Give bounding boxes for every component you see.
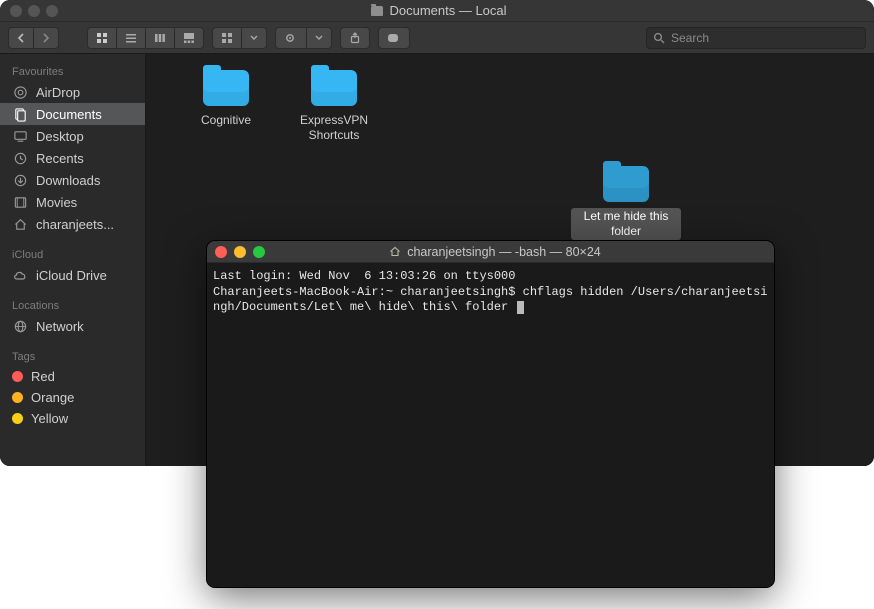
sidebar-item-label: Orange: [31, 390, 74, 405]
finder-window-title: Documents — Local: [14, 3, 864, 18]
documents-icon: [12, 106, 28, 122]
gear-icon[interactable]: [275, 27, 306, 49]
sidebar-heading-icloud: iCloud: [0, 245, 145, 264]
terminal-line: Charanjeets-MacBook-Air:~ charanjeetsing…: [213, 285, 768, 315]
folder-icon: [203, 70, 249, 106]
downloads-icon: [12, 172, 28, 188]
sidebar-item-downloads[interactable]: Downloads: [0, 169, 145, 191]
terminal-cursor: [517, 301, 524, 314]
sidebar-tag-yellow[interactable]: Yellow: [0, 408, 145, 429]
sidebar-heading-favourites: Favourites: [0, 62, 145, 81]
terminal-window-title: charanjeetsingh — -bash — 80×24: [224, 245, 766, 259]
terminal-titlebar[interactable]: charanjeetsingh — -bash — 80×24: [207, 241, 774, 263]
sidebar-item-label: Yellow: [31, 411, 68, 426]
folder-label: Cognitive: [197, 112, 255, 129]
tag-dot-icon: [12, 371, 23, 382]
sidebar-item-label: Recents: [36, 151, 84, 166]
movies-icon: [12, 194, 28, 210]
folder-icon: [603, 166, 649, 202]
finder-toolbar: [0, 22, 874, 54]
sidebar-heading-locations: Locations: [0, 296, 145, 315]
share-button[interactable]: [340, 27, 370, 49]
sidebar-item-network[interactable]: Network: [0, 315, 145, 337]
finder-sidebar: Favourites AirDrop Documents Desktop: [0, 54, 146, 466]
search-input[interactable]: [671, 31, 859, 45]
icon-view-button[interactable]: [87, 27, 116, 49]
tag-dot-icon: [12, 413, 23, 424]
network-icon: [12, 318, 28, 334]
folder-item-hidden[interactable]: Let me hide this folder: [571, 166, 681, 240]
home-icon: [12, 216, 28, 232]
finder-titlebar[interactable]: Documents — Local: [0, 0, 874, 22]
sidebar-tag-orange[interactable]: Orange: [0, 387, 145, 408]
back-button[interactable]: [8, 27, 33, 49]
sidebar-item-label: charanjeets...: [36, 217, 114, 232]
recents-icon: [12, 150, 28, 166]
cloud-icon: [12, 267, 28, 283]
sidebar-item-label: Desktop: [36, 129, 84, 144]
search-icon: [653, 32, 665, 44]
sidebar-item-icloud-drive[interactable]: iCloud Drive: [0, 264, 145, 286]
folder-item-expressvpn[interactable]: ExpressVPN Shortcuts: [279, 70, 389, 144]
sidebar-item-label: Downloads: [36, 173, 100, 188]
sidebar-heading-tags: Tags: [0, 347, 145, 366]
folder-label: Let me hide this folder: [571, 208, 681, 240]
sidebar-item-recents[interactable]: Recents: [0, 147, 145, 169]
column-view-button[interactable]: [145, 27, 174, 49]
folder-icon: [371, 6, 383, 16]
chevron-down-icon[interactable]: [306, 27, 332, 49]
gallery-view-button[interactable]: [174, 27, 204, 49]
folder-icon: [311, 70, 357, 106]
folder-label: ExpressVPN Shortcuts: [279, 112, 389, 144]
terminal-title-text: charanjeetsingh — -bash — 80×24: [407, 245, 601, 259]
sidebar-item-documents[interactable]: Documents: [0, 103, 145, 125]
list-view-button[interactable]: [116, 27, 145, 49]
sidebar-item-desktop[interactable]: Desktop: [0, 125, 145, 147]
view-mode-group: [87, 27, 204, 49]
sidebar-item-label: Red: [31, 369, 55, 384]
terminal-body[interactable]: Last login: Wed Nov 6 13:03:26 on ttys00…: [207, 263, 774, 322]
navigation-arrows: [8, 27, 59, 49]
sidebar-item-label: Movies: [36, 195, 77, 210]
sidebar-tag-red[interactable]: Red: [0, 366, 145, 387]
tags-button[interactable]: [378, 27, 410, 49]
terminal-window: charanjeetsingh — -bash — 80×24 Last log…: [207, 241, 774, 587]
sidebar-item-movies[interactable]: Movies: [0, 191, 145, 213]
sidebar-item-label: iCloud Drive: [36, 268, 107, 283]
group-by-button[interactable]: [212, 27, 267, 49]
sidebar-item-label: Documents: [36, 107, 102, 122]
forward-button[interactable]: [33, 27, 59, 49]
folder-item-cognitive[interactable]: Cognitive: [171, 70, 281, 129]
sidebar-item-label: AirDrop: [36, 85, 80, 100]
chevron-down-icon[interactable]: [241, 27, 267, 49]
finder-title-text: Documents — Local: [389, 3, 506, 18]
sidebar-item-home[interactable]: charanjeets...: [0, 213, 145, 235]
sidebar-item-label: Network: [36, 319, 84, 334]
airdrop-icon: [12, 84, 28, 100]
home-icon: [389, 246, 401, 257]
desktop-icon: [12, 128, 28, 144]
sidebar-item-airdrop[interactable]: AirDrop: [0, 81, 145, 103]
terminal-line: Last login: Wed Nov 6 13:03:26 on ttys00…: [213, 269, 515, 283]
tag-dot-icon: [12, 392, 23, 403]
finder-search[interactable]: [646, 27, 866, 49]
action-menu-button[interactable]: [275, 27, 332, 49]
